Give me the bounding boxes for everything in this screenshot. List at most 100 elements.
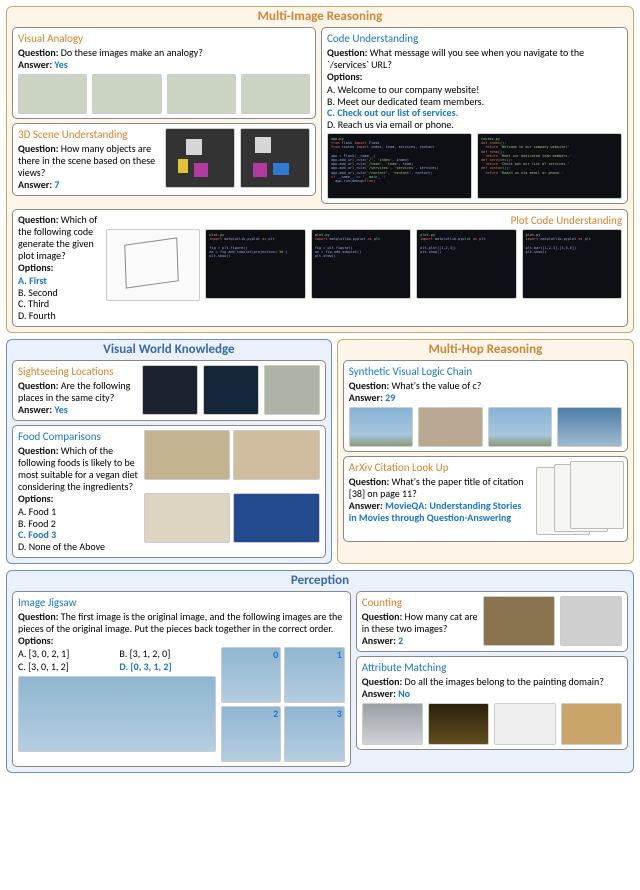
thumb-piece: 3 (284, 706, 345, 762)
thumb-image (92, 74, 161, 114)
thumb-image (418, 407, 483, 447)
section-perception: Perception Image Jigsaw Question: The fi… (6, 570, 634, 773)
thumb-code: plot.pyimport matplotlib.pyplot as pltfi… (311, 229, 411, 299)
thumb-code: plot.pyimport matplotlib.pyplot as pltfi… (205, 229, 305, 299)
thumb-image (142, 365, 198, 415)
option-item-correct: A. First (18, 275, 100, 287)
answer-text: Yes (54, 403, 67, 416)
section-visual-world-knowledge: Visual World Knowledge Sightseeing Locat… (6, 339, 332, 564)
thumb-image (144, 493, 230, 543)
option-item: A. Welcome to our company website! (327, 84, 622, 96)
label-answer: Answer: (362, 634, 396, 647)
thumb-image (557, 407, 622, 447)
answer-text: 2 (398, 634, 403, 647)
option-item-correct: C. Food 3 (18, 529, 138, 541)
thumb-image (233, 493, 319, 543)
section-title: Visual World Knowledge (12, 342, 326, 357)
question-text: What's the value of c? (392, 379, 482, 392)
card-logic-chain: Synthetic Visual Logic Chain Question: W… (343, 360, 628, 452)
card-attribute: Attribute Matching Question: Do all the … (356, 656, 628, 750)
card-title: ArXiv Citation Look Up (349, 461, 531, 474)
thumb-paper (570, 461, 624, 529)
card-title: Food Comparisons (18, 430, 138, 443)
thumb-image (488, 407, 553, 447)
question-text: Do all the images belong to the painting… (405, 675, 604, 688)
label-options: Options: (18, 634, 53, 647)
section-multi-image-reasoning: Multi-Image Reasoning Visual Analogy Que… (6, 6, 634, 333)
answer-text: 29 (385, 391, 395, 404)
thumb-image (428, 703, 489, 745)
question-text: Do these images make an analogy? (61, 46, 203, 59)
option-item: C. Third (18, 298, 100, 310)
thumb-image (561, 703, 622, 745)
card-food: Food Comparisons Question: Which of the … (12, 425, 326, 558)
answer-text: 7 (54, 178, 59, 191)
label-answer: Answer: (349, 391, 383, 404)
card-title: Image Jigsaw (18, 596, 345, 609)
label-answer: Answer: (362, 687, 396, 700)
card-title: Sightseeing Locations (18, 365, 137, 378)
thumb-code: routes.pydef index(): return 'Welcome to… (477, 133, 622, 199)
thumb-3d-view (240, 128, 310, 188)
thumb-plot (106, 229, 200, 301)
section-title: Multi-Image Reasoning (12, 9, 628, 24)
thumb-piece: 0 (221, 647, 282, 703)
card-jigsaw: Image Jigsaw Question: The first image i… (12, 591, 351, 767)
option-item: D. Reach us via email or phone. (327, 119, 622, 131)
card-plot-code: Question: Which of the following code ge… (12, 209, 628, 327)
answer-text: No (398, 687, 410, 700)
label-answer: Answer: (18, 403, 52, 416)
card-arxiv: ArXiv Citation Look Up Question: What's … (343, 456, 628, 542)
thumb-image (349, 407, 414, 447)
thumb-3d-view (165, 128, 235, 188)
card-code-understanding: Code Understanding Question: What messag… (321, 27, 628, 204)
thumb-image (362, 703, 423, 745)
option-item: A. [3, 0, 2, 1] (18, 647, 114, 660)
thumb-code: plot.pyimport matplotlib.pyplot as pltpl… (522, 229, 622, 299)
label-options: Options: (18, 261, 53, 274)
thumb-image (241, 74, 310, 114)
card-3d-scene: 3D Scene Understanding Question: How man… (12, 123, 316, 196)
section-title: Perception (12, 573, 628, 588)
options-list: A. Food 1 B. Food 2 C. Food 3 D. None of… (18, 506, 138, 552)
card-counting: Counting Question: How many cat are in t… (356, 591, 628, 652)
thumb-image (18, 74, 87, 114)
options-list: A. Welcome to our company website! B. Me… (327, 84, 622, 130)
card-title: 3D Scene Understanding (18, 128, 160, 141)
thumb-image (233, 430, 319, 480)
label-answer: Answer: (18, 58, 52, 71)
card-title: Code Understanding (327, 32, 622, 45)
option-item-correct: D. [0, 3, 1, 2] (119, 660, 215, 673)
option-item: D. None of the Above (18, 541, 138, 553)
thumb-image-original (18, 676, 216, 752)
label-answer: Answer: (18, 178, 52, 191)
thumb-image (144, 430, 230, 480)
thumb-code: plot.pyimport matplotlib.pyplot as pltpl… (416, 229, 516, 299)
card-title: Visual Analogy (18, 32, 310, 45)
card-title: Attribute Matching (362, 661, 622, 674)
thumb-image (264, 365, 320, 415)
option-item: A. Food 1 (18, 506, 138, 518)
card-visual-analogy: Visual Analogy Question: Do these images… (12, 27, 316, 119)
thumb-image (560, 596, 622, 646)
card-sightseeing: Sightseeing Locations Question: Are the … (12, 360, 326, 421)
section-multi-hop-reasoning: Multi-Hop Reasoning Synthetic Visual Log… (337, 339, 634, 564)
thumb-image (167, 74, 236, 114)
label-options: Options: (18, 492, 53, 505)
thumb-piece: 2 (221, 706, 282, 762)
thumb-code: app.pyfrom flask import Flaskfrom routes… (327, 133, 472, 199)
options-list: A. First B. Second C. Third D. Fourth (18, 275, 100, 321)
option-item-correct: C. Check out our list of services. (327, 107, 622, 119)
answer-text: Yes (54, 58, 67, 71)
card-title: Plot Code Understanding (106, 214, 622, 227)
option-item: D. Fourth (18, 310, 100, 322)
thumb-image (203, 365, 259, 415)
option-item: B. [3, 1, 2, 0] (119, 647, 215, 660)
question-text: The first image is the original image, a… (18, 610, 342, 635)
thumb-piece: 1 (284, 647, 345, 703)
thumb-image (483, 596, 555, 646)
thumb-image (494, 703, 555, 745)
label-options: Options: (327, 70, 362, 83)
section-title: Multi-Hop Reasoning (343, 342, 628, 357)
card-title: Counting (362, 596, 478, 609)
